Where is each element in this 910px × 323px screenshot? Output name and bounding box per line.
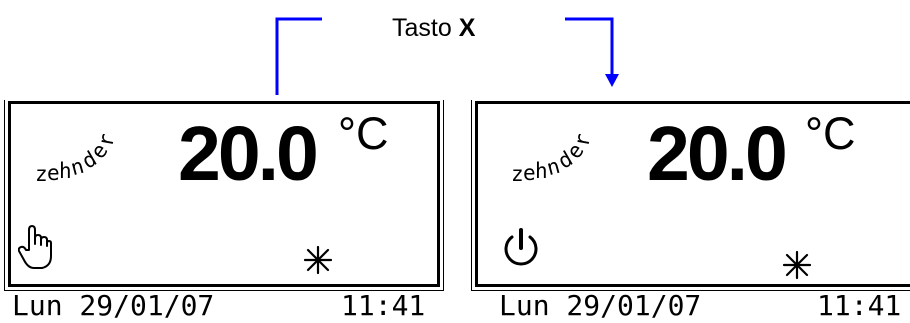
power-icon (501, 228, 541, 268)
target-arrow-line (565, 17, 614, 75)
hand-pointer-icon (18, 224, 52, 270)
temperature-value: 20.0 (178, 111, 319, 197)
display-panel-after: z e h n d e r 20.0 °C Lun 29/01/07 11:41 (467, 100, 910, 323)
status-time: 11:41 (817, 289, 902, 322)
temperature-unit: °C (338, 108, 389, 159)
temperature-unit: °C (805, 108, 856, 159)
status-date: Lun 29/01/07 (499, 289, 702, 322)
target-arrowhead (605, 74, 619, 87)
temperature-value: 20.0 (647, 111, 788, 197)
caption-label: Tasto (392, 14, 452, 42)
display-panel-before: z e h n d e r 20.0 °C Lun 29/01/07 11:41 (0, 100, 445, 323)
snowflake-icon (303, 245, 333, 275)
key-caption: Tasto X (392, 13, 475, 43)
status-date: Lun 29/01/07 (12, 289, 215, 322)
brand-logo: z e h n d e r (35, 131, 120, 186)
caption-key: X (458, 14, 476, 42)
snowflake-icon (782, 250, 812, 280)
status-time: 11:41 (341, 289, 426, 322)
source-connector-line (275, 17, 322, 95)
brand-logo: z e h n d e r (511, 131, 596, 186)
